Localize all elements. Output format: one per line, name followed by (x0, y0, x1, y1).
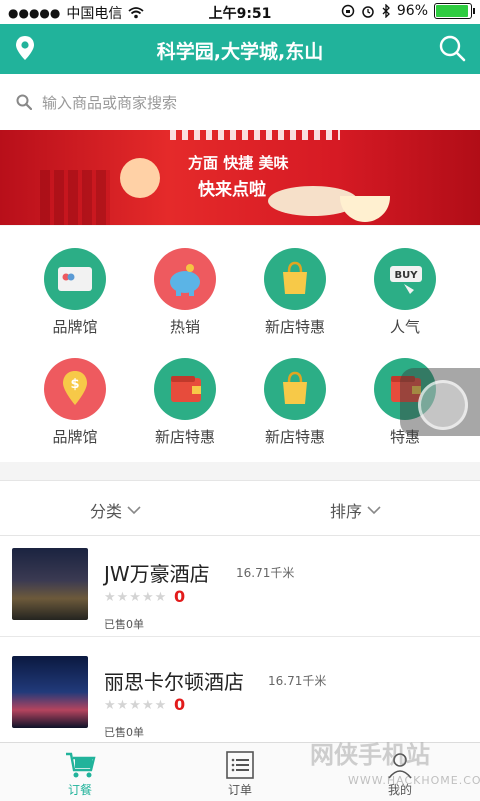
category-label: 热销 (169, 318, 200, 336)
chevron-down-icon (127, 506, 141, 515)
promo-banner[interactable]: 方面 快捷 美味 快来点啦 (0, 130, 480, 225)
tab-order-food[interactable]: 订餐 (40, 749, 120, 798)
piggy-bank-icon (154, 248, 216, 310)
category-label: 人气 (389, 318, 420, 336)
restaurant-distance: 16.71千米 (268, 674, 327, 688)
banner-bowl (340, 196, 390, 222)
list-icon (200, 749, 280, 781)
restaurant-score: 0 (174, 587, 186, 606)
tab-label: 订单 (227, 783, 252, 797)
tab-orders[interactable]: 订单 (200, 749, 280, 798)
bluetooth-icon (382, 4, 390, 18)
restaurant-thumbnail (12, 656, 88, 728)
rotation-lock-icon (341, 4, 355, 18)
category-label: 新店特惠 (264, 428, 325, 446)
star-rating-icon: ★★★★★ (104, 698, 168, 713)
category-label: 品牌馆 (52, 318, 98, 336)
banner-headline: 快来点啦 (198, 180, 266, 200)
category-item[interactable]: 新店特惠 (235, 226, 355, 336)
svg-text:$: $ (70, 377, 79, 392)
cart-icon (40, 749, 120, 781)
restaurant-list: JW万豪酒店 16.71千米 ★★★★★ 0 已售0单 丽思卡尔顿酒店 16.7… (0, 536, 480, 745)
tab-label: 订餐 (67, 783, 92, 797)
svg-text:BUY: BUY (395, 270, 419, 281)
category-filter-button[interactable]: 分类 (90, 498, 142, 522)
watermark-logo: 网侠手机站 (310, 741, 430, 769)
assistive-touch-button[interactable] (400, 368, 480, 436)
restaurant-name: 丽思卡尔顿酒店 (104, 670, 244, 694)
search-bar (0, 74, 480, 131)
category-item[interactable]: $ 品牌馆 (15, 336, 135, 446)
shopping-bag-icon (264, 358, 326, 420)
wallet-icon (154, 358, 216, 420)
category-filter-label: 分类 (90, 502, 123, 521)
chevron-down-icon (367, 506, 381, 515)
magnifier-icon (16, 94, 33, 114)
banner-bunting (170, 130, 340, 140)
category-label: 新店特惠 (264, 318, 325, 336)
alarm-icon (362, 6, 374, 18)
app-header: 科学园,大学城,东山 (0, 24, 480, 74)
banner-character (120, 158, 160, 198)
location-title[interactable]: 科学园,大学城,东山 (0, 37, 480, 64)
restaurant-thumbnail (12, 548, 88, 620)
category-item[interactable]: 品牌馆 (15, 226, 135, 336)
list-item[interactable]: 丽思卡尔顿酒店 16.71千米 ★★★★★ 0 已售0单 (0, 644, 480, 745)
star-rating-icon: ★★★★★ (104, 590, 168, 605)
filter-bar: 分类 排序 (0, 480, 480, 536)
category-item[interactable]: 新店特惠 (125, 336, 245, 446)
sort-filter-button[interactable]: 排序 (330, 498, 382, 522)
restaurant-score: 0 (174, 695, 186, 714)
category-item[interactable]: BUY 人气 (345, 226, 465, 336)
category-item[interactable]: 新店特惠 (235, 336, 355, 446)
search-icon[interactable] (438, 34, 466, 66)
sort-filter-label: 排序 (330, 502, 363, 521)
category-label: 新店特惠 (154, 428, 215, 446)
status-bar: ●●●●● 中国电信 上午9:51 96% (0, 0, 480, 24)
watermark-url: WWW.HACKHOME.COM (348, 774, 480, 787)
shopping-bag-icon (264, 248, 326, 310)
location-dollar-icon: $ (44, 358, 106, 420)
battery-percent: 96% (396, 3, 428, 19)
battery-icon (434, 3, 475, 19)
banner-slogan: 方面 快捷 美味 (188, 154, 289, 172)
buy-tag-icon: BUY (374, 248, 436, 310)
category-item[interactable]: 热销 (125, 226, 245, 336)
assistive-touch-icon (418, 380, 468, 430)
restaurant-sold-count: 已售0单 (104, 726, 144, 739)
banner-buildings (40, 170, 110, 225)
card-icon (44, 248, 106, 310)
category-label: 品牌馆 (52, 428, 98, 446)
restaurant-name: JW万豪酒店 (104, 562, 210, 586)
restaurant-distance: 16.71千米 (236, 566, 295, 580)
restaurant-sold-count: 已售0单 (104, 618, 144, 631)
list-item[interactable]: JW万豪酒店 16.71千米 ★★★★★ 0 已售0单 (0, 536, 480, 637)
search-input[interactable] (40, 89, 464, 117)
